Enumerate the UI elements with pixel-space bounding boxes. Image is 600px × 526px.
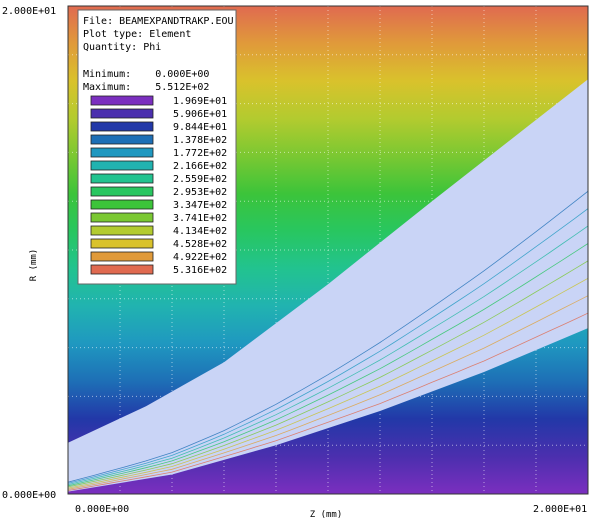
info-minimum: Minimum: 0.000E+00: [83, 69, 209, 80]
legend-swatch: [90, 264, 154, 275]
y-tick-top: 2.000E+01: [2, 6, 56, 17]
legend-swatch: [90, 173, 154, 184]
legend-label: 1.772E+02: [173, 148, 227, 159]
legend-label: 2.953E+02: [173, 187, 227, 198]
legend-swatch: [90, 95, 154, 106]
legend-label: 5.906E+01: [173, 109, 227, 120]
legend-label: 4.134E+02: [173, 226, 227, 237]
legend-label: 2.166E+02: [173, 161, 227, 172]
legend-label: 2.559E+02: [173, 174, 227, 185]
info-maximum: Maximum: 5.512E+02: [83, 82, 209, 93]
legend-swatch: [90, 186, 154, 197]
x-tick-right: 2.000E+01: [533, 504, 587, 515]
legend-swatch: [90, 199, 154, 210]
legend-label: 1.378E+02: [173, 135, 227, 146]
legend-panel: File: BEAMEXPANDTRAKP.EOU Plot type: Ele…: [77, 9, 237, 285]
x-tick-left: 0.000E+00: [75, 504, 129, 515]
legend-swatch: [90, 212, 154, 223]
info-quantity: Quantity: Phi: [83, 42, 161, 53]
legend-label: 3.741E+02: [173, 213, 227, 224]
legend-swatch: [90, 251, 154, 262]
legend-swatch: [90, 108, 154, 119]
y-tick-bottom: 0.000E+00: [2, 490, 56, 501]
legend-swatch: [90, 225, 154, 236]
legend-label: 4.922E+02: [173, 252, 227, 263]
legend-swatch: [90, 147, 154, 158]
legend-swatch: [90, 134, 154, 145]
info-file: File: BEAMEXPANDTRAKP.EOU: [83, 16, 234, 27]
legend-label: 1.969E+01: [173, 96, 227, 107]
legend-label: 5.316E+02: [173, 265, 227, 276]
y-axis-label: R (mm): [29, 249, 39, 282]
legend-swatch: [90, 160, 154, 171]
legend-label: 4.528E+02: [173, 239, 227, 250]
legend-label: 3.347E+02: [173, 200, 227, 211]
legend-label: 9.844E+01: [173, 122, 227, 133]
field-plot: 2.000E+01 0.000E+00 0.000E+00 2.000E+01 …: [2, 5, 589, 520]
legend-swatch: [90, 121, 154, 132]
legend-swatch: [90, 238, 154, 249]
x-axis-label: Z (mm): [310, 510, 343, 520]
info-plot-type: Plot type: Element: [83, 29, 191, 40]
